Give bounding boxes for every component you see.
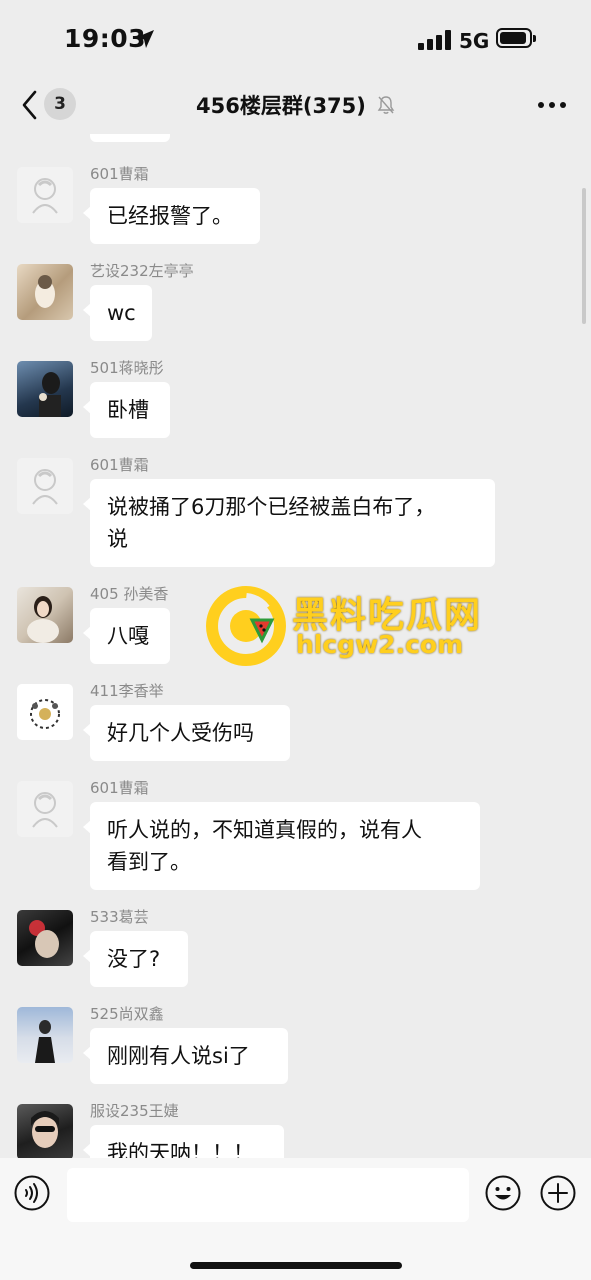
sender-name: 411李香举 <box>90 682 164 700</box>
message-text: 好几个人受伤吗 <box>107 721 254 745</box>
cartoon-avatar[interactable] <box>17 684 73 740</box>
message-bubble[interactable]: 我的天呐！！！ <box>83 1125 284 1158</box>
watermark-url: hlcgw2.com <box>296 630 464 659</box>
message-item: 525尚双鑫 刚刚有人说si了 <box>0 1003 591 1089</box>
emoji-icon[interactable] <box>485 1175 521 1211</box>
chat-title: 456楼层群(375) <box>196 94 366 118</box>
chat-title-wrap: 456楼层群(375) <box>0 90 591 120</box>
message-text: 八嘎 <box>107 624 149 648</box>
portrait-photo-avatar[interactable] <box>17 1007 73 1063</box>
default-avatar-icon[interactable] <box>17 458 73 514</box>
battery-icon <box>496 28 536 48</box>
input-bar <box>0 1158 591 1280</box>
message-text-line: 看到了。 <box>107 850 191 874</box>
sender-name: 601曹霜 <box>90 456 149 474</box>
sender-name: 501蒋晓彤 <box>90 359 164 377</box>
home-indicator <box>190 1262 402 1269</box>
sender-name: 601曹霜 <box>90 779 149 797</box>
message-text-line: 说被捅了6刀那个已经被盖白布了， <box>107 495 436 519</box>
message-text-line: 听人说的，不知道真假的，说有人 <box>107 818 422 842</box>
message-text: wc <box>107 301 136 325</box>
sender-name: 533葛芸 <box>90 908 149 926</box>
message-bubble[interactable]: 说被捅了6刀那个已经被盖白布了， 说 <box>83 479 495 567</box>
portrait-photo-avatar[interactable] <box>17 587 73 643</box>
message-text: 已经报警了。 <box>107 204 233 228</box>
cellular-signal-icon <box>418 30 452 50</box>
default-avatar-icon[interactable] <box>17 167 73 223</box>
portrait-photo-avatar[interactable] <box>17 910 73 966</box>
message-item: 艺设232左亭亭 wc <box>0 260 591 346</box>
sender-name: 405 孙美香 <box>90 585 169 603</box>
message-bubble[interactable]: 刚刚有人说si了 <box>83 1028 288 1084</box>
message-input[interactable] <box>67 1168 469 1222</box>
add-plus-icon[interactable] <box>540 1175 576 1211</box>
message-text: 没了? <box>107 947 161 971</box>
message-bubble[interactable]: 八嘎 <box>83 608 170 664</box>
sender-name: 601曹霜 <box>90 165 149 183</box>
previous-message-bubble <box>90 134 170 142</box>
message-item: 601曹霜 已经报警了。 <box>0 163 591 249</box>
scrollbar[interactable] <box>582 188 586 324</box>
chat-header: 3 456楼层群(375) <box>0 78 591 134</box>
message-text: 刚刚有人说si了 <box>107 1044 250 1068</box>
sender-name: 服设235王婕 <box>90 1102 179 1120</box>
message-item: 601曹霜 听人说的，不知道真假的，说有人 看到了。 <box>0 777 591 895</box>
location-arrow-icon <box>136 30 154 48</box>
message-item: 533葛芸 没了? <box>0 906 591 992</box>
default-avatar-icon[interactable] <box>17 781 73 837</box>
message-bubble[interactable]: wc <box>83 285 152 341</box>
sender-name: 525尚双鑫 <box>90 1005 164 1023</box>
message-text: 我的天呐！！！ <box>107 1141 254 1158</box>
muted-bell-icon <box>377 96 395 114</box>
network-type: 5G <box>459 29 490 53</box>
message-item: 501蒋晓彤 卧槽 <box>0 357 591 443</box>
message-item: 601曹霜 说被捅了6刀那个已经被盖白布了， 说 <box>0 454 591 572</box>
watermark: 黑料吃瓜网 hlcgw2.com <box>206 586 496 666</box>
message-bubble[interactable]: 好几个人受伤吗 <box>83 705 290 761</box>
message-text-line: 说 <box>107 527 128 551</box>
dog-photo-avatar[interactable] <box>17 264 73 320</box>
message-item: 服设235王婕 我的天呐！！！ <box>0 1100 591 1158</box>
status-bar: 19:03 5G <box>0 0 591 78</box>
message-bubble[interactable]: 卧槽 <box>83 382 170 438</box>
message-bubble[interactable]: 没了? <box>83 931 188 987</box>
sender-name: 艺设232左亭亭 <box>90 262 194 280</box>
message-text: 卧槽 <box>107 398 149 422</box>
message-bubble[interactable]: 已经报警了。 <box>83 188 260 244</box>
portrait-photo-avatar[interactable] <box>17 1104 73 1158</box>
message-item: 411李香举 好几个人受伤吗 <box>0 680 591 766</box>
voice-input-icon[interactable] <box>14 1175 50 1211</box>
portrait-photo-avatar[interactable] <box>17 361 73 417</box>
watermark-logo-icon <box>206 586 286 666</box>
message-bubble[interactable]: 听人说的，不知道真假的，说有人 看到了。 <box>83 802 480 890</box>
more-options-icon[interactable] <box>538 102 568 110</box>
